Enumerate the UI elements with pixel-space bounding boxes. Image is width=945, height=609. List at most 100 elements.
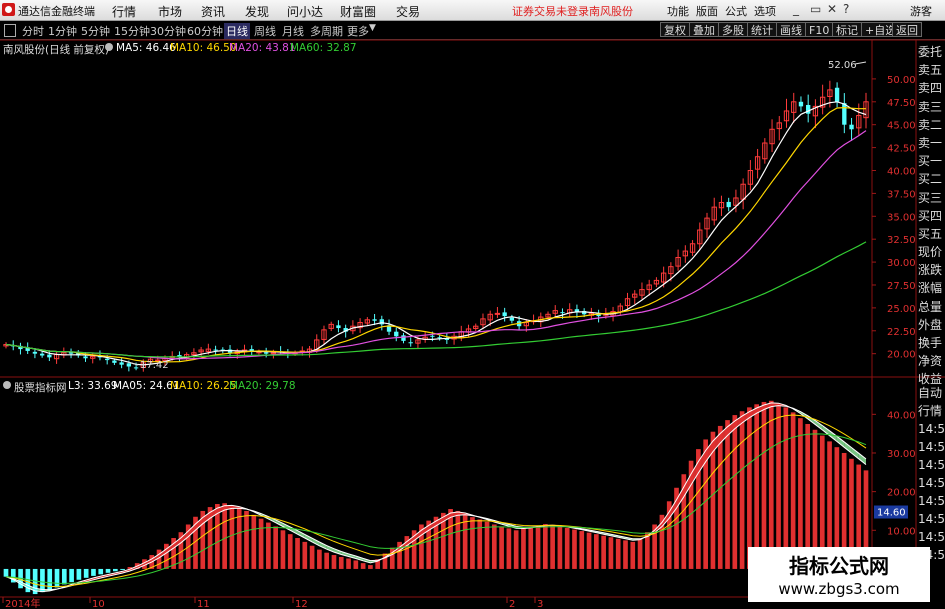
indicator-fill (749, 408, 757, 418)
panel-sell3: 卖三 (918, 99, 943, 114)
indicator-fill (42, 589, 50, 592)
tab-1min[interactable]: 1分钟 (48, 23, 77, 39)
indicator-bar (659, 514, 665, 569)
indicator-bar (54, 568, 60, 588)
tab-intraday[interactable]: 分时 (22, 23, 44, 39)
candle-body (740, 183, 746, 200)
candle-body (336, 325, 341, 329)
indicator-fill (661, 511, 670, 527)
indicator-bar (215, 504, 220, 569)
menu-formula[interactable]: 公式 (725, 3, 747, 19)
candle-body (32, 351, 38, 354)
indicator-settings-dot-icon[interactable] (3, 381, 11, 389)
close-icon[interactable]: ✕ (827, 2, 837, 16)
menu-item-ask[interactable]: 问小达 (287, 3, 323, 20)
button-f10[interactable]: F10 (805, 22, 834, 37)
panel-buy1: 买一 (918, 154, 943, 169)
menu-item-discover[interactable]: 发现 (245, 3, 269, 20)
indicator-fill (479, 516, 488, 520)
indicator-fill (173, 537, 181, 549)
indicator-fill (188, 523, 196, 537)
candle-body (574, 309, 580, 313)
button-draw-line[interactable]: 画线 (776, 22, 806, 37)
indicator-fill (180, 531, 189, 543)
button-statistics[interactable]: 统计 (747, 22, 777, 37)
panel-entrust[interactable]: 委托 (918, 43, 945, 61)
indicator-fill (508, 524, 517, 529)
candle-body (314, 339, 320, 351)
panel-toggle-icon[interactable] (4, 24, 16, 37)
indicator-bar (375, 559, 381, 569)
candle-body (444, 338, 450, 340)
indicator-bar (761, 401, 767, 569)
button-multi-stock[interactable]: 多股 (718, 22, 748, 37)
price-axis-label: 32.50 (887, 235, 916, 246)
indicator-fill (333, 548, 342, 555)
candle-body (552, 310, 558, 314)
indicator-fill (253, 511, 262, 516)
candle-body (357, 322, 363, 329)
indicator-fill (691, 461, 699, 485)
help-icon[interactable]: ? (843, 2, 849, 16)
guest-label[interactable]: 游客 (910, 3, 932, 19)
indicator-bar (594, 534, 599, 569)
menu-item-trade[interactable]: 交易 (396, 3, 420, 20)
watermark-url: www.zbgs3.com (778, 580, 900, 598)
indicator-fill (487, 518, 495, 523)
indicator-bar (433, 516, 439, 569)
indicator-current-value: 14.60 (877, 508, 906, 519)
settings-dot-icon[interactable] (105, 43, 113, 51)
button-adjust[interactable]: 复权 (660, 22, 690, 37)
candle-body (494, 312, 501, 315)
candle-body (177, 355, 182, 358)
tab-monthly[interactable]: 月线 (282, 23, 304, 39)
tab-30min[interactable]: 30分钟 (150, 23, 186, 39)
minimize-icon[interactable]: _ (793, 2, 799, 16)
candle-body (422, 336, 428, 340)
tab-weekly[interactable]: 周线 (254, 23, 276, 39)
indicator-fill (632, 538, 641, 541)
candle-body (487, 313, 493, 321)
menu-item-wealth[interactable]: 财富圈 (340, 3, 376, 20)
button-back[interactable]: 返回 (892, 22, 922, 37)
indicator-bar (244, 510, 249, 569)
indicator-fill (581, 528, 590, 532)
menu-function[interactable]: 功能 (667, 3, 689, 19)
candle-body (191, 352, 197, 356)
indicator-fill (231, 505, 240, 509)
candle-body (119, 362, 124, 365)
candle-body (105, 358, 110, 361)
candle-body (726, 201, 731, 208)
tab-multi-period[interactable]: 多周期 (310, 23, 343, 39)
high-price-pointer (854, 61, 867, 65)
button-overlay[interactable]: 叠加 (689, 22, 719, 37)
candle-body (415, 339, 421, 344)
indicator-bar (528, 527, 534, 569)
restore-icon[interactable]: ▭ (810, 2, 821, 16)
top-menu-bar: 通达信金融终端 行情 市场 资讯 发现 问小达 财富圈 交易 证券交易未登录 南… (0, 0, 945, 21)
more-dropdown-icon[interactable]: ▼ (369, 23, 376, 33)
indicator-bar (368, 565, 373, 569)
tab-5min[interactable]: 5分钟 (81, 23, 110, 39)
price-axis-label: 45.00 (887, 121, 916, 132)
indicator-bar (542, 524, 548, 569)
indicator-bar (747, 407, 752, 569)
tab-60min[interactable]: 60分钟 (187, 23, 223, 39)
menu-item-news[interactable]: 资讯 (201, 3, 225, 20)
panel-quote[interactable]: 行情 (918, 402, 945, 420)
indicator-axis-label: 20.00 (887, 488, 916, 499)
tab-daily[interactable]: 日线 (224, 23, 250, 39)
candle-body (292, 352, 298, 355)
indicator-fill (363, 558, 371, 563)
candle-body (68, 352, 74, 354)
tab-more[interactable]: 更多 (347, 23, 369, 39)
tab-15min[interactable]: 15分钟 (114, 23, 150, 39)
menu-layout[interactable]: 版面 (696, 3, 718, 19)
panel-auto[interactable]: 自动 (918, 384, 945, 402)
button-mark[interactable]: 标记 (832, 22, 862, 37)
indicator-bar (47, 568, 53, 591)
menu-item-quotes[interactable]: 行情 (112, 3, 136, 20)
menu-item-market[interactable]: 市场 (158, 3, 182, 20)
menu-options[interactable]: 选项 (754, 3, 776, 19)
price-axis-label: 20.00 (887, 350, 916, 361)
